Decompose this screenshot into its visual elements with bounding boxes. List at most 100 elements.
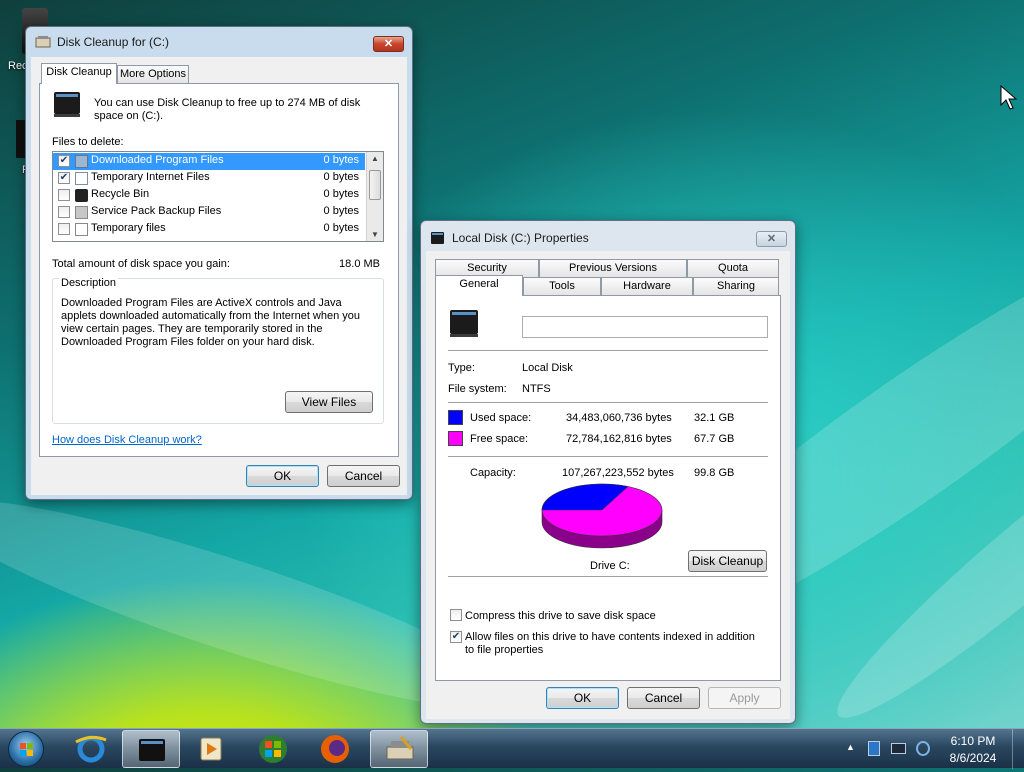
show-hidden-icons-icon[interactable]: ▲ — [846, 742, 855, 752]
tab-disk-cleanup[interactable]: Disk Cleanup — [41, 63, 117, 84]
view-files-button[interactable]: View Files — [285, 391, 373, 413]
tab-sharing[interactable]: Sharing — [693, 277, 779, 296]
clock-date[interactable]: 8/6/2024 — [938, 751, 1008, 765]
checkbox[interactable] — [58, 223, 70, 235]
tab-panel: Type: Local Disk File system: NTFS Used … — [435, 295, 781, 681]
mouse-cursor-icon — [1000, 85, 1018, 110]
drive-icon — [54, 92, 80, 117]
tab-general[interactable]: General — [435, 275, 523, 296]
list-item[interactable]: ✔ Temporary Internet Files 0 bytes — [53, 170, 365, 187]
backup-icon — [75, 206, 88, 219]
total-label: Total amount of disk space you gain: — [52, 258, 230, 270]
volume-tray-icon[interactable] — [916, 741, 930, 756]
taskbar-windows-update[interactable] — [244, 730, 302, 768]
separator — [448, 402, 768, 403]
checkbox[interactable]: ✔ — [58, 172, 70, 184]
scrollbar[interactable]: ▲ ▼ — [366, 152, 383, 241]
checkbox[interactable] — [58, 206, 70, 218]
scroll-down-icon[interactable]: ▼ — [371, 230, 379, 239]
intro-text: You can use Disk Cleanup to free up to 2… — [94, 97, 361, 122]
used-space-swatch — [448, 410, 463, 425]
file-size: 0 bytes — [323, 205, 359, 217]
close-button[interactable]: ✕ — [756, 231, 787, 247]
firefox-icon — [321, 735, 349, 763]
drive-icon — [139, 739, 165, 761]
tab-quota[interactable]: Quota — [687, 259, 779, 278]
close-button[interactable]: ✕ — [373, 36, 404, 52]
checkbox[interactable]: ✔ — [58, 155, 70, 167]
cancel-button[interactable]: Cancel — [327, 465, 400, 487]
ok-button[interactable]: OK — [246, 465, 319, 487]
index-label[interactable]: Allow files on this drive to have conten… — [465, 631, 765, 657]
taskbar-internet-explorer[interactable] — [62, 730, 120, 768]
file-size: 0 bytes — [323, 154, 359, 166]
start-button[interactable] — [8, 731, 44, 767]
free-space-swatch — [448, 431, 463, 446]
taskbar-drive-properties[interactable] — [122, 730, 180, 768]
disk-cleanup-button[interactable]: Disk Cleanup — [688, 550, 767, 572]
disk-cleanup-window: Disk Cleanup for (C:) ✕ Disk Cleanup Mor… — [25, 26, 413, 500]
index-checkbox[interactable]: ✔ — [450, 631, 462, 643]
tab-panel: You can use Disk Cleanup to free up to 2… — [39, 83, 399, 457]
file-system-value: NTFS — [522, 383, 551, 395]
volume-label-input[interactable] — [522, 316, 768, 338]
program-files-icon — [75, 155, 88, 168]
scroll-up-icon[interactable]: ▲ — [371, 154, 379, 163]
drive-icon — [450, 310, 478, 337]
ok-button[interactable]: OK — [546, 687, 619, 709]
file-size: 0 bytes — [323, 171, 359, 183]
tab-previous-versions[interactable]: Previous Versions — [539, 259, 687, 278]
taskbar-disk-cleanup[interactable] — [370, 730, 428, 768]
disk-usage-pie-chart — [541, 483, 663, 549]
media-player-icon — [200, 737, 222, 761]
compress-label[interactable]: Compress this drive to save disk space — [465, 610, 656, 622]
windows-logo-icon — [259, 735, 287, 763]
tab-more-options[interactable]: More Options — [117, 65, 189, 84]
window-title: Local Disk (C:) Properties — [452, 231, 589, 245]
taskbar-media-player[interactable] — [182, 730, 240, 768]
separator — [448, 456, 768, 457]
description-group: Description Downloaded Program Files are… — [52, 277, 384, 424]
list-item[interactable]: Service Pack Backup Files 0 bytes — [53, 204, 365, 221]
checkbox[interactable] — [58, 189, 70, 201]
tab-hardware[interactable]: Hardware — [601, 277, 693, 296]
capacity-label: Capacity: — [470, 467, 516, 479]
help-link[interactable]: How does Disk Cleanup work? — [52, 434, 202, 446]
used-space-bytes: 34,483,060,736 bytes — [566, 412, 672, 424]
list-item[interactable]: Recycle Bin 0 bytes — [53, 187, 365, 204]
properties-window: Local Disk (C:) Properties ✕ Security Pr… — [420, 220, 796, 724]
apply-button: Apply — [708, 687, 781, 709]
capacity-gb: 99.8 GB — [694, 467, 735, 479]
clock-time[interactable]: 6:10 PM — [938, 734, 1008, 748]
cancel-button[interactable]: Cancel — [627, 687, 700, 709]
type-label: Type: — [448, 362, 475, 374]
file-name: Recycle Bin — [91, 188, 150, 200]
files-to-delete-label: Files to delete: — [52, 136, 124, 148]
show-desktop-button[interactable] — [1012, 729, 1024, 769]
list-item[interactable]: Temporary files 0 bytes — [53, 221, 365, 238]
tab-tools[interactable]: Tools — [523, 277, 601, 296]
title-bar[interactable]: Local Disk (C:) Properties — [421, 221, 795, 251]
window-title: Disk Cleanup for (C:) — [57, 35, 170, 49]
description-label: Description — [59, 277, 119, 289]
internet-explorer-icon — [75, 735, 107, 763]
compress-checkbox[interactable] — [450, 609, 462, 621]
network-tray-icon[interactable] — [868, 741, 880, 756]
title-bar[interactable]: Disk Cleanup for (C:) — [26, 27, 412, 57]
document-icon — [75, 223, 88, 236]
disk-cleanup-icon — [386, 736, 414, 760]
file-name: Downloaded Program Files — [91, 154, 224, 166]
type-value: Local Disk — [522, 362, 573, 374]
scroll-thumb[interactable] — [369, 170, 381, 200]
separator — [448, 350, 768, 351]
file-size: 0 bytes — [323, 188, 359, 200]
file-size: 0 bytes — [323, 222, 359, 234]
separator — [448, 576, 768, 577]
file-name: Service Pack Backup Files — [91, 205, 222, 217]
taskbar-firefox[interactable] — [306, 730, 364, 768]
list-item[interactable]: ✔ Downloaded Program Files 0 bytes — [53, 153, 365, 170]
display-tray-icon[interactable] — [891, 743, 906, 754]
free-space-gb: 67.7 GB — [694, 433, 735, 445]
files-list[interactable]: ✔ Downloaded Program Files 0 bytes ✔ Tem… — [52, 151, 384, 242]
disk-cleanup-icon — [35, 36, 51, 48]
